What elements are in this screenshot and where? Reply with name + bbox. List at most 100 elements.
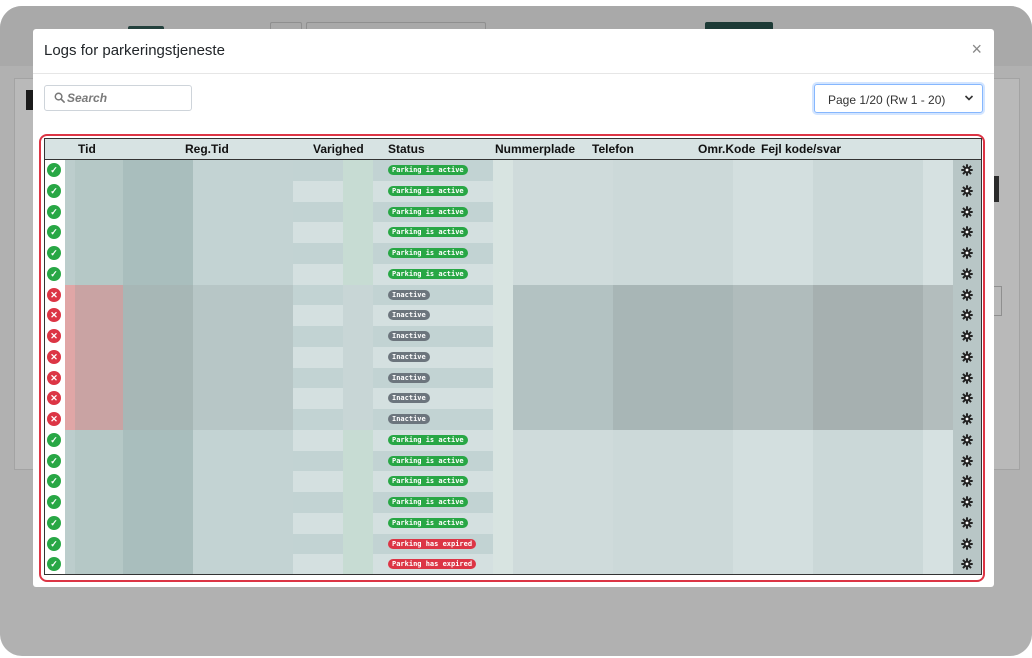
table-row[interactable]: ✕ Inactive (45, 346, 981, 368)
column-omr-kode[interactable]: Omr.Kode (698, 142, 755, 156)
gear-icon[interactable] (961, 413, 973, 425)
redacted-cell (923, 326, 953, 347)
x-icon: ✕ (50, 289, 58, 300)
redacted-cell (813, 284, 923, 306)
redacted-cell (293, 263, 343, 285)
table-row[interactable]: ✕ Inactive (45, 305, 981, 326)
redacted-cell (75, 180, 123, 202)
table-row[interactable]: ✓ Parking is active (45, 222, 981, 243)
redacted-cell (733, 367, 813, 389)
table-row[interactable]: ✓ Parking is active (45, 263, 981, 285)
redacted-cell (123, 409, 193, 430)
success-status-icon: ✓ (47, 163, 61, 177)
gear-icon[interactable] (961, 537, 973, 550)
table-row[interactable]: ✓ Parking is active (45, 471, 981, 492)
gear-icon[interactable] (961, 268, 973, 280)
gear-icon[interactable] (961, 309, 973, 321)
redacted-cell (813, 512, 923, 534)
redacted-cell (293, 388, 343, 409)
search-input[interactable] (67, 89, 187, 107)
status-badge: Inactive (388, 414, 430, 424)
gear-icon[interactable] (961, 517, 973, 529)
redacted-cell (613, 554, 733, 574)
table-row[interactable]: ✓ Parking is active (45, 201, 981, 223)
redacted-cell (613, 367, 733, 389)
redacted-cell (733, 512, 813, 534)
table-row[interactable]: ✓ Parking is active (45, 243, 981, 264)
redacted-cell (733, 429, 813, 451)
gear-icon[interactable] (961, 496, 973, 508)
gear-icon[interactable] (961, 205, 973, 218)
redacted-cell (65, 346, 75, 368)
redacted-cell (923, 305, 953, 326)
error-status-icon: ✕ (47, 391, 61, 406)
column-nummerplade[interactable]: Nummerplade (495, 142, 575, 156)
table-row[interactable]: ✓ Parking is active (45, 512, 981, 534)
gear-icon[interactable] (961, 288, 973, 301)
gear-icon[interactable] (961, 330, 973, 342)
redacted-cell (813, 326, 923, 347)
redacted-cell (733, 160, 813, 181)
gear-icon[interactable] (961, 185, 973, 197)
gear-icon[interactable] (961, 454, 973, 467)
column-fejl-kode[interactable]: Fejl kode/svar (761, 142, 841, 156)
redacted-cell (923, 492, 953, 513)
gear-icon[interactable] (961, 164, 973, 176)
table-row[interactable]: ✓ Parking has expired (45, 533, 981, 555)
gear-icon[interactable] (961, 558, 973, 570)
status-badge: Parking is active (388, 517, 468, 528)
redacted-cell (613, 492, 733, 513)
gear-icon[interactable] (961, 475, 973, 487)
table-row[interactable]: ✕ Inactive (45, 326, 981, 347)
table-row[interactable]: ✓ Parking is active (45, 160, 981, 181)
table-row[interactable]: ✓ Parking is active (45, 492, 981, 513)
redacted-cell (65, 284, 75, 306)
column-reg-tid[interactable]: Reg.Tid (185, 142, 229, 156)
redacted-cell (513, 243, 613, 264)
table-row[interactable]: ✕ Inactive (45, 388, 981, 409)
redacted-cell (613, 388, 733, 409)
redacted-cell (513, 180, 613, 202)
redacted-cell (733, 409, 813, 430)
check-icon: ✓ (50, 206, 58, 217)
table-row[interactable]: ✓ Parking is active (45, 429, 981, 451)
redacted-cell (923, 471, 953, 492)
redacted-cell (733, 305, 813, 326)
column-tid[interactable]: Tid (78, 142, 96, 156)
redacted-cell (123, 346, 193, 368)
redacted-cell (493, 160, 513, 181)
gear-icon[interactable] (961, 392, 973, 404)
page-select[interactable]: Page 1/20 (Rw 1 - 20) (814, 84, 983, 113)
table-row[interactable]: ✓ Parking has expired (45, 554, 981, 574)
redacted-cell (75, 326, 123, 347)
gear-icon[interactable] (961, 434, 973, 446)
gear-icon[interactable] (961, 247, 973, 259)
success-status-icon: ✓ (47, 453, 61, 468)
gear-icon[interactable] (961, 351, 973, 363)
redacted-cell (293, 450, 343, 472)
gear-icon[interactable] (961, 371, 973, 384)
column-varighed[interactable]: Varighed (313, 142, 364, 156)
redacted-cell (65, 201, 75, 223)
search-box[interactable] (44, 85, 192, 111)
close-button[interactable]: × (971, 39, 982, 59)
redacted-cell (65, 305, 75, 326)
table-row[interactable]: ✓ Parking is active (45, 180, 981, 202)
redacted-cell (513, 367, 613, 389)
error-status-icon: ✕ (47, 370, 61, 385)
check-icon: ✓ (50, 559, 58, 570)
column-telefon[interactable]: Telefon (592, 142, 634, 156)
table-row[interactable]: ✕ Inactive (45, 409, 981, 430)
redacted-cell (513, 388, 613, 409)
redacted-cell (193, 222, 293, 243)
redacted-cell (75, 243, 123, 264)
redacted-cell (65, 554, 75, 574)
page-select-value: Page 1/20 (Rw 1 - 20) (828, 93, 946, 107)
column-status[interactable]: Status (388, 142, 425, 156)
redacted-cell (65, 263, 75, 285)
redacted-cell (343, 243, 373, 264)
gear-icon[interactable] (961, 226, 973, 238)
table-row[interactable]: ✓ Parking is active (45, 450, 981, 472)
table-row[interactable]: ✕ Inactive (45, 284, 981, 306)
table-row[interactable]: ✕ Inactive (45, 367, 981, 389)
